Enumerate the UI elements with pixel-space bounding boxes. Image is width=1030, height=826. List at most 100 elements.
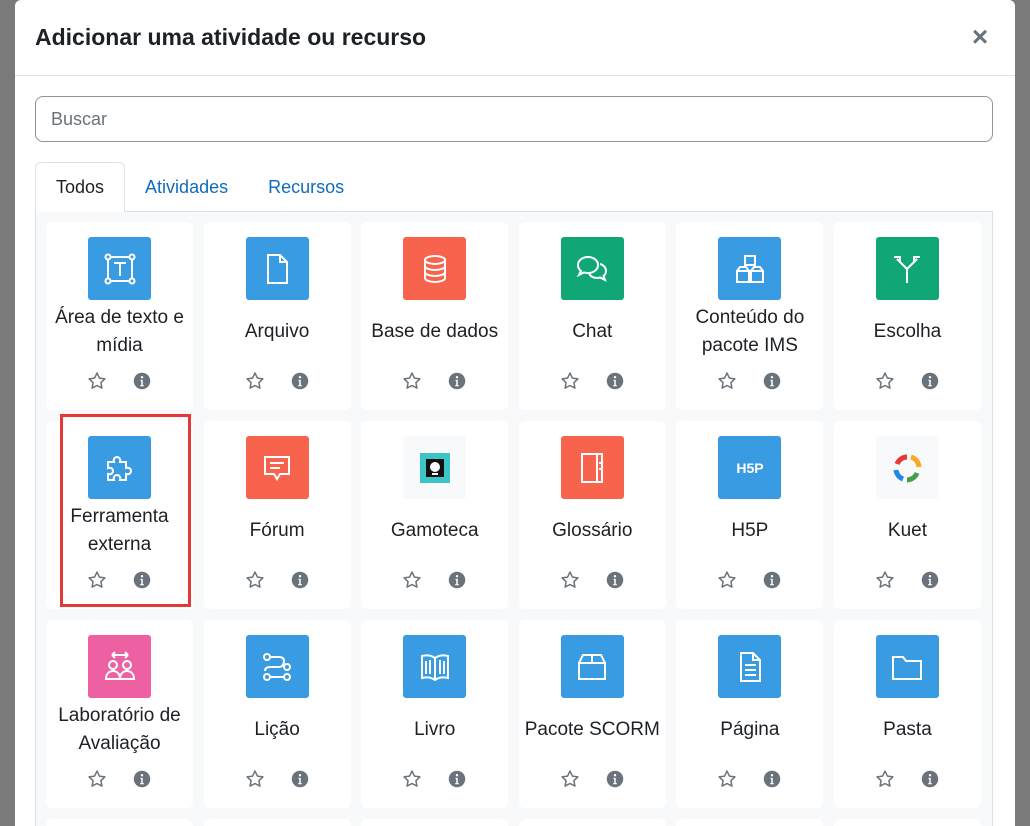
info-icon[interactable] (761, 569, 783, 591)
module-card-choice[interactable]: Escolha (833, 222, 981, 410)
module-name: H5P (731, 520, 769, 541)
info-icon[interactable] (289, 569, 311, 591)
info-icon[interactable] (919, 370, 941, 392)
lesson-icon (245, 635, 309, 698)
module-card-partial[interactable] (203, 819, 351, 826)
module-name: Fórum (249, 520, 305, 541)
star-icon[interactable] (874, 569, 896, 591)
star-icon[interactable] (716, 569, 738, 591)
module-name: Base de dados (371, 321, 499, 342)
module-name: Página (720, 719, 780, 740)
star-icon[interactable] (244, 370, 266, 392)
puzzle-icon (88, 436, 151, 499)
info-icon[interactable] (761, 768, 783, 790)
star-icon[interactable] (874, 370, 896, 392)
module-name: Pasta (883, 719, 932, 740)
info-icon[interactable] (604, 768, 626, 790)
module-card-page[interactable]: Página (676, 620, 824, 808)
forum-icon (245, 436, 309, 499)
module-card-partial[interactable] (361, 819, 509, 826)
module-card-partial[interactable] (46, 819, 193, 826)
info-icon[interactable] (919, 768, 941, 790)
star-icon[interactable] (874, 768, 896, 790)
module-name: Chat (572, 321, 613, 342)
module-card-folder[interactable]: Pasta (833, 620, 981, 808)
module-card-text-media[interactable]: Área de texto e mídia (46, 222, 193, 410)
module-card-workshop[interactable]: Laboratório de Avaliação (46, 620, 193, 808)
module-name: Gamoteca (390, 520, 479, 541)
add-activity-modal: Adicionar uma atividade ou recurso × Tod… (15, 0, 1015, 826)
modal-title: Adicionar uma atividade ou recurso (35, 24, 427, 50)
info-icon[interactable] (446, 370, 468, 392)
module-card-ims-package[interactable]: Conteúdo do pacote IMS (676, 222, 824, 410)
star-icon[interactable] (559, 370, 581, 392)
module-name: Pacote SCORM (524, 719, 660, 740)
info-icon[interactable] (289, 370, 311, 392)
star-icon[interactable] (559, 768, 581, 790)
close-button[interactable]: × (967, 20, 993, 54)
star-icon[interactable] (244, 569, 266, 591)
info-icon[interactable] (131, 370, 153, 392)
chat-icon (560, 237, 624, 300)
file-icon (245, 237, 309, 300)
module-card-gamoteca[interactable]: Gamoteca (361, 421, 509, 609)
module-card-partial[interactable] (518, 819, 666, 826)
module-name: Glossário (552, 520, 633, 541)
module-card-scorm[interactable]: Pacote SCORM (518, 620, 666, 808)
scorm-icon (560, 635, 624, 698)
star-icon[interactable] (559, 569, 581, 591)
module-name: Escolha (873, 321, 942, 342)
book-icon (403, 635, 467, 698)
info-icon[interactable] (131, 569, 153, 591)
module-card-kuet[interactable]: Kuet (833, 421, 981, 609)
module-card-partial[interactable] (676, 819, 824, 826)
star-icon[interactable] (716, 370, 738, 392)
info-icon[interactable] (446, 569, 468, 591)
info-icon[interactable] (446, 768, 468, 790)
glossary-icon (560, 436, 624, 499)
info-icon[interactable] (604, 370, 626, 392)
star-icon[interactable] (244, 768, 266, 790)
module-card-partial[interactable] (833, 819, 981, 826)
module-card-forum[interactable]: Fórum (203, 421, 351, 609)
info-icon[interactable] (761, 370, 783, 392)
star-icon[interactable] (86, 370, 108, 392)
module-name: Conteúdo do pacote IMS (695, 307, 805, 356)
star-icon[interactable] (716, 768, 738, 790)
page-icon (718, 635, 782, 698)
info-icon[interactable] (289, 768, 311, 790)
search-input[interactable] (35, 96, 993, 142)
workshop-icon (88, 635, 151, 698)
tab-atividades[interactable]: Atividades (125, 162, 248, 212)
module-card-puzzle[interactable]: Ferramenta externa (46, 414, 193, 609)
tab-todos[interactable]: Todos (35, 162, 126, 213)
module-card-book[interactable]: Livro (361, 620, 509, 808)
star-icon[interactable] (86, 768, 108, 790)
module-card-glossary[interactable]: Glossário (518, 421, 666, 609)
info-icon[interactable] (919, 569, 941, 591)
modules-panel: Área de texto e mídia Arquivo Base de dado… (35, 212, 993, 826)
module-name: Arquivo (244, 321, 310, 342)
kuet-icon (875, 436, 939, 499)
gamoteca-icon (403, 436, 467, 499)
module-name: Laboratório de Avaliação (58, 705, 181, 754)
module-card-file[interactable]: Arquivo (203, 222, 351, 410)
module-card-chat[interactable]: Chat (518, 222, 666, 410)
module-card-h5p[interactable]: H5P H5P (676, 421, 824, 609)
tab-recursos[interactable]: Recursos (248, 162, 364, 212)
module-card-lesson[interactable]: Lição (203, 620, 351, 808)
module-name: Livro (414, 719, 456, 740)
star-icon[interactable] (401, 569, 423, 591)
star-icon[interactable] (401, 370, 423, 392)
h5p-icon: H5P (718, 436, 782, 499)
star-icon[interactable] (86, 569, 108, 591)
database-icon (403, 237, 467, 300)
module-card-database[interactable]: Base de dados (361, 222, 509, 410)
text-media-icon (88, 237, 151, 300)
info-icon[interactable] (131, 768, 153, 790)
info-icon[interactable] (604, 569, 626, 591)
module-name: Ferramenta externa (70, 506, 169, 555)
modules-grid: Área de texto e mídia Arquivo Base de dado… (46, 222, 981, 826)
star-icon[interactable] (401, 768, 423, 790)
choice-icon (875, 237, 939, 300)
